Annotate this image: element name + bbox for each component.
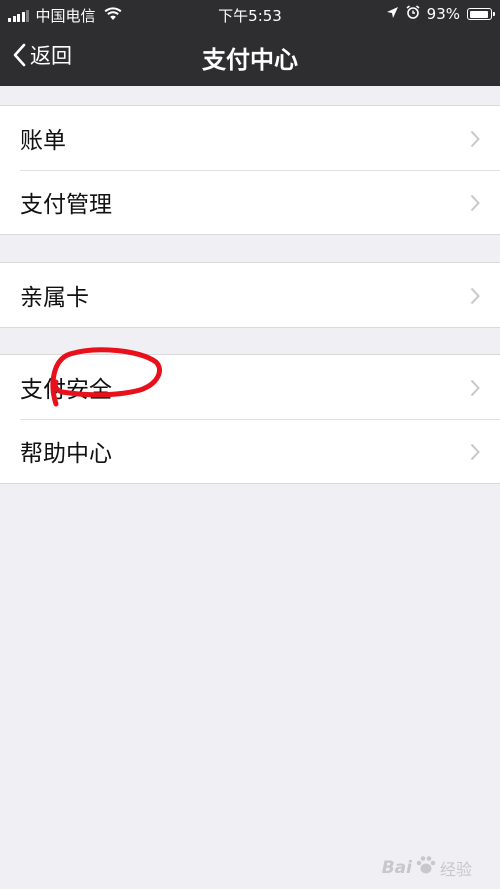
battery-percent: 93% xyxy=(426,5,460,23)
battery-icon xyxy=(467,8,495,20)
location-arrow-icon xyxy=(386,5,399,23)
chevron-right-icon xyxy=(470,287,480,305)
menu-item-label: 支付管理 xyxy=(20,192,112,218)
status-bar: 中国电信 下午5:53 93% xyxy=(0,0,500,28)
chevron-right-icon xyxy=(470,130,480,148)
watermark: Bai 经验 xyxy=(382,854,472,881)
menu-item-family-card[interactable]: 亲属卡 xyxy=(0,263,500,327)
menu-item-label: 账单 xyxy=(20,128,66,154)
menu-item-payment-management[interactable]: 支付管理 xyxy=(0,170,500,234)
paw-icon xyxy=(415,854,437,881)
top-bar: 中国电信 下午5:53 93% 返回 支付中心 xyxy=(0,0,500,86)
menu-group-2: 亲属卡 xyxy=(0,262,500,328)
chevron-right-icon xyxy=(470,194,480,212)
menu-item-label: 帮助中心 xyxy=(20,441,112,467)
menu-item-bill[interactable]: 账单 xyxy=(0,106,500,170)
page-title: 支付中心 xyxy=(202,46,298,74)
watermark-brand: Bai xyxy=(381,857,412,878)
chevron-right-icon xyxy=(470,379,480,397)
menu-item-label: 支付安全 xyxy=(20,377,112,403)
menu-group-1: 账单 支付管理 xyxy=(0,105,500,235)
alarm-clock-icon xyxy=(406,5,420,23)
navigation-bar: 返回 支付中心 xyxy=(0,28,500,84)
menu-item-payment-security[interactable]: 支付安全 xyxy=(0,355,500,419)
menu-item-label: 亲属卡 xyxy=(20,285,89,311)
menu-group-3: 支付安全 帮助中心 xyxy=(0,354,500,484)
watermark-jingyan: 经验 xyxy=(439,859,472,879)
chevron-right-icon xyxy=(470,443,480,461)
menu-item-help-center[interactable]: 帮助中心 xyxy=(0,419,500,483)
